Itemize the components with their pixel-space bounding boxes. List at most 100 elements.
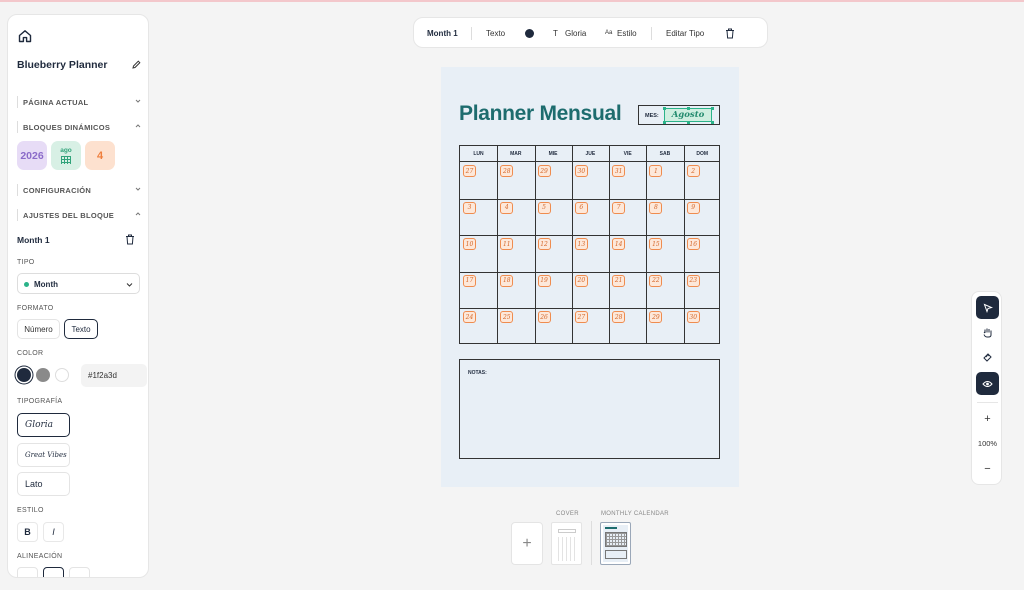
- calendar-grid-icon: [61, 156, 71, 164]
- color-swatch-gray[interactable]: [36, 368, 50, 382]
- day-number-block[interactable]: 14: [612, 238, 626, 251]
- day-number-block[interactable]: 30: [574, 165, 588, 177]
- toolbar-font[interactable]: Gloria: [565, 29, 586, 38]
- toolbar-color-swatch[interactable]: [525, 29, 534, 38]
- day-number-block[interactable]: 12: [537, 238, 551, 251]
- bold-button[interactable]: B: [17, 522, 38, 542]
- window-top-border: [0, 0, 1024, 2]
- resize-handle[interactable]: [687, 107, 690, 110]
- day-number-block[interactable]: 6: [574, 201, 588, 214]
- color-swatch-white[interactable]: [55, 368, 69, 382]
- day-number-block[interactable]: 1: [649, 165, 663, 177]
- day-number-block[interactable]: 16: [686, 238, 700, 251]
- day-number-block[interactable]: 2: [686, 165, 700, 177]
- trash-icon[interactable]: [125, 234, 135, 245]
- thumb-title: [605, 527, 617, 529]
- align-right-button[interactable]: [69, 567, 90, 577]
- month-block-selected[interactable]: Agosto: [664, 108, 712, 122]
- pencil-icon[interactable]: [132, 60, 141, 69]
- font-great-vibes-button[interactable]: Great Vibes: [17, 443, 70, 467]
- day-number-block[interactable]: 13: [574, 238, 588, 251]
- resize-handle[interactable]: [687, 121, 690, 124]
- section-dynamic-blocks[interactable]: BLOQUES DINÁMICOS: [17, 120, 141, 134]
- tipo-select[interactable]: Month: [17, 273, 140, 294]
- align-left-button[interactable]: [17, 567, 38, 577]
- canvas-page[interactable]: Planner Mensual MES: Agosto LUN MAR MIE JUE…: [441, 67, 739, 487]
- day-number-block[interactable]: 17: [463, 274, 476, 287]
- day-number-block[interactable]: 9: [686, 201, 700, 214]
- chevron-down-icon: [135, 187, 141, 191]
- section-bar: [17, 96, 18, 108]
- notes-box[interactable]: NOTAS:: [459, 359, 720, 459]
- year-block-chip[interactable]: 2026: [17, 141, 47, 170]
- day-number-block[interactable]: 19: [537, 274, 551, 287]
- home-icon[interactable]: [18, 29, 32, 43]
- resize-handle[interactable]: [711, 121, 714, 124]
- zoom-level: 100%: [977, 439, 998, 448]
- toolbar-editar-tipo[interactable]: Editar Tipo: [666, 29, 704, 38]
- planner-title[interactable]: Planner Mensual: [459, 102, 622, 126]
- day-number-block[interactable]: 3: [463, 201, 476, 214]
- section-current-page[interactable]: PÁGINA ACTUAL: [17, 95, 141, 109]
- tipografia-label: TIPOGRAFÍA: [17, 398, 63, 405]
- italic-button[interactable]: I: [43, 522, 64, 542]
- day-number-block[interactable]: 28: [612, 311, 626, 324]
- day-number-block[interactable]: 20: [574, 274, 588, 287]
- ruler-icon: [983, 353, 992, 362]
- day-number-block[interactable]: 27: [574, 311, 588, 324]
- preview-tool[interactable]: [976, 372, 999, 395]
- monthly-calendar-thumbnail[interactable]: [600, 522, 631, 565]
- day-number-block[interactable]: 28: [500, 165, 514, 177]
- color-swatch-navy[interactable]: [17, 368, 31, 382]
- day-number-block[interactable]: 29: [649, 311, 663, 324]
- ruler-tool[interactable]: [976, 346, 999, 369]
- day-number-block[interactable]: 5: [537, 201, 551, 214]
- month-field[interactable]: MES: Agosto: [638, 105, 720, 125]
- day-number-block[interactable]: 30: [686, 311, 700, 324]
- day-number-block[interactable]: 18: [500, 274, 514, 287]
- month-block-chip[interactable]: ago: [51, 141, 81, 170]
- block-title: Month 1: [17, 235, 50, 245]
- section-config[interactable]: CONFIGURACIÓN: [17, 183, 141, 197]
- trash-icon[interactable]: [725, 28, 735, 39]
- resize-handle[interactable]: [711, 107, 714, 110]
- day-block-chip[interactable]: 4: [85, 141, 115, 170]
- day-number-block[interactable]: 7: [612, 201, 626, 214]
- zoom-out-button[interactable]: −: [972, 463, 1003, 475]
- resize-handle[interactable]: [663, 121, 666, 124]
- day-number-block[interactable]: 25: [500, 311, 514, 324]
- day-number-block[interactable]: 24: [463, 311, 476, 324]
- color-hex-input[interactable]: #1f2a3d: [81, 364, 147, 387]
- day-number-block[interactable]: 21: [612, 274, 626, 287]
- section-label: CONFIGURACIÓN: [23, 186, 92, 195]
- hand-tool[interactable]: [976, 321, 999, 344]
- add-page-button[interactable]: +: [511, 522, 543, 565]
- day-number-block[interactable]: 29: [537, 165, 551, 177]
- day-number-block[interactable]: 11: [500, 238, 514, 251]
- day-number-block[interactable]: 31: [612, 165, 626, 177]
- zoom-in-button[interactable]: +: [972, 413, 1003, 425]
- align-center-button[interactable]: [43, 567, 64, 577]
- font-lato-button[interactable]: Lato: [17, 472, 70, 496]
- formato-texto-button[interactable]: Texto: [64, 319, 98, 339]
- day-number-block[interactable]: 15: [649, 238, 663, 251]
- day-number-block[interactable]: 10: [463, 238, 476, 251]
- calendar-row-line: [460, 271, 719, 273]
- day-number-block[interactable]: 22: [649, 274, 663, 287]
- toolbar-block-name[interactable]: Month 1: [427, 29, 458, 38]
- day-number-block[interactable]: 23: [686, 274, 700, 287]
- resize-handle[interactable]: [663, 107, 666, 110]
- toolbar-texto[interactable]: Texto: [486, 29, 505, 38]
- day-number-block[interactable]: 8: [649, 201, 663, 214]
- font-gloria-button[interactable]: Gloria: [17, 413, 70, 437]
- notes-label: NOTAS:: [468, 370, 487, 376]
- section-block-settings[interactable]: AJUSTES DEL BLOQUE: [17, 208, 141, 222]
- formato-numero-button[interactable]: Número: [17, 319, 60, 339]
- cover-page-thumbnail[interactable]: [551, 522, 582, 565]
- toolbar-estilo[interactable]: Estilo: [617, 29, 637, 38]
- select-tool[interactable]: [976, 296, 999, 319]
- weekday-header: VIE: [623, 151, 632, 157]
- day-number-block[interactable]: 27: [463, 165, 476, 177]
- day-number-block[interactable]: 26: [537, 311, 551, 324]
- day-number-block[interactable]: 4: [500, 201, 514, 214]
